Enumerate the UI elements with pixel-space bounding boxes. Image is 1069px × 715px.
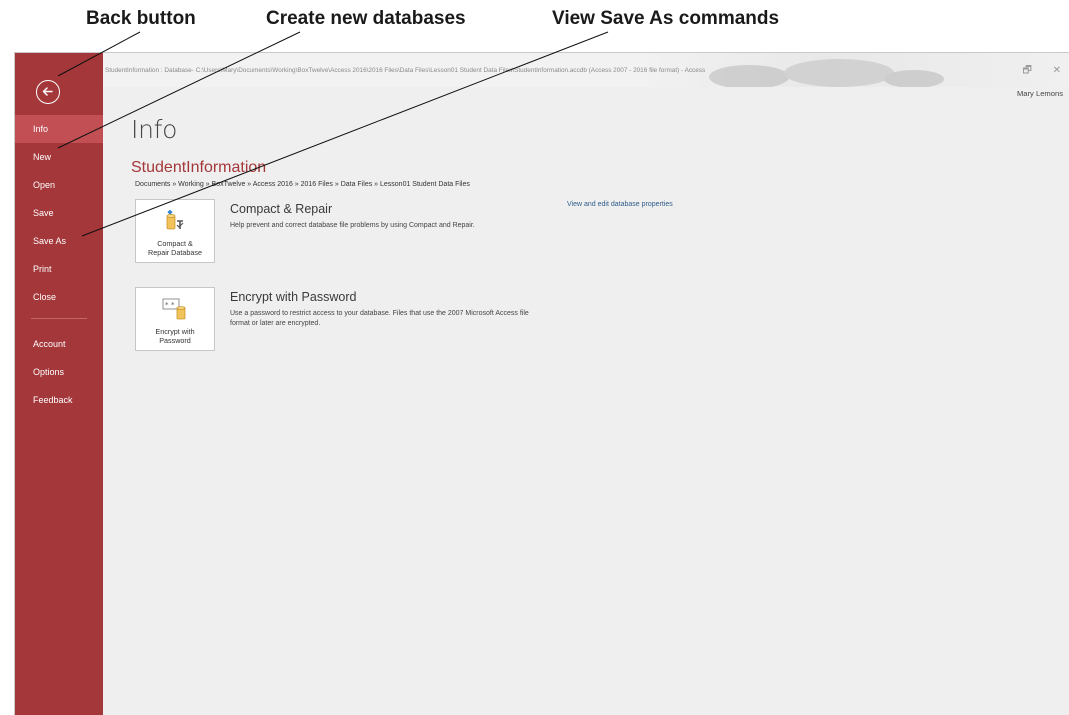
encrypt-password-button[interactable]: * * Encrypt with Password	[135, 287, 215, 351]
nav-item-account[interactable]: Account	[15, 330, 103, 358]
encrypt-password-button-label: Encrypt with Password	[136, 327, 214, 345]
encrypt-password-title: Encrypt with Password	[230, 290, 357, 304]
callout-view-save-as: View Save As commands	[552, 8, 780, 29]
nav-item-new[interactable]: New	[15, 143, 103, 171]
database-name: StudentInformation	[131, 159, 267, 176]
nav-item-save-as[interactable]: Save As	[15, 227, 103, 255]
compact-repair-icon	[166, 210, 184, 230]
title-bar: StudentInformation : Database- C:\Users\…	[103, 53, 1069, 87]
restore-window-button[interactable]: 🗗	[1022, 65, 1031, 76]
callout-back-button: Back button	[86, 8, 196, 29]
compact-repair-button[interactable]: Compact & Repair Database	[135, 199, 215, 263]
compact-button-line-1: Compact &	[157, 239, 193, 248]
arrow-left-icon	[42, 87, 53, 96]
callout-create-new-databases: Create new databases	[266, 8, 466, 29]
database-properties-link[interactable]: View and edit database properties	[567, 201, 673, 208]
backstage-sidebar: Info New Open Save Save As Print Close A…	[15, 53, 103, 715]
encrypt-password-icon: * *	[162, 298, 186, 320]
nav-item-feedback[interactable]: Feedback	[15, 386, 103, 414]
svg-text:*: *	[165, 301, 169, 309]
backstage-nav: Info New Open Save Save As Print Close A…	[15, 115, 103, 414]
encrypt-button-line-2: Password	[159, 336, 191, 345]
window-title-path: StudentInformation : Database- C:\Users\…	[105, 67, 706, 74]
svg-text:*: *	[171, 301, 175, 309]
nav-divider	[31, 318, 87, 319]
nav-item-options[interactable]: Options	[15, 358, 103, 386]
encrypt-password-description: Use a password to restrict access to you…	[230, 310, 529, 327]
title-bar-decoration	[709, 59, 944, 87]
close-window-button[interactable]: ✕	[1053, 65, 1061, 76]
info-panel: Info StudentInformation Documents » Work…	[103, 87, 1069, 715]
compact-repair-button-label: Compact & Repair Database	[136, 239, 214, 257]
nav-item-open[interactable]: Open	[15, 171, 103, 199]
nav-item-close[interactable]: Close	[15, 283, 103, 311]
compact-repair-title: Compact & Repair	[230, 202, 333, 216]
compact-button-line-2: Repair Database	[148, 248, 202, 257]
nav-item-save[interactable]: Save	[15, 199, 103, 227]
encrypt-button-line-1: Encrypt with	[155, 327, 195, 336]
access-backstage-window: Info New Open Save Save As Print Close A…	[14, 52, 1069, 715]
nav-item-info[interactable]: Info	[15, 115, 103, 143]
file-location-breadcrumb[interactable]: Documents » Working » BoxTwelve » Access…	[135, 181, 470, 188]
page-title: Info	[131, 115, 178, 144]
back-button[interactable]	[36, 80, 60, 104]
window-controls: 🗗 ✕	[1004, 63, 1061, 80]
nav-item-print[interactable]: Print	[15, 255, 103, 283]
compact-repair-description: Help prevent and correct database file p…	[230, 222, 475, 229]
